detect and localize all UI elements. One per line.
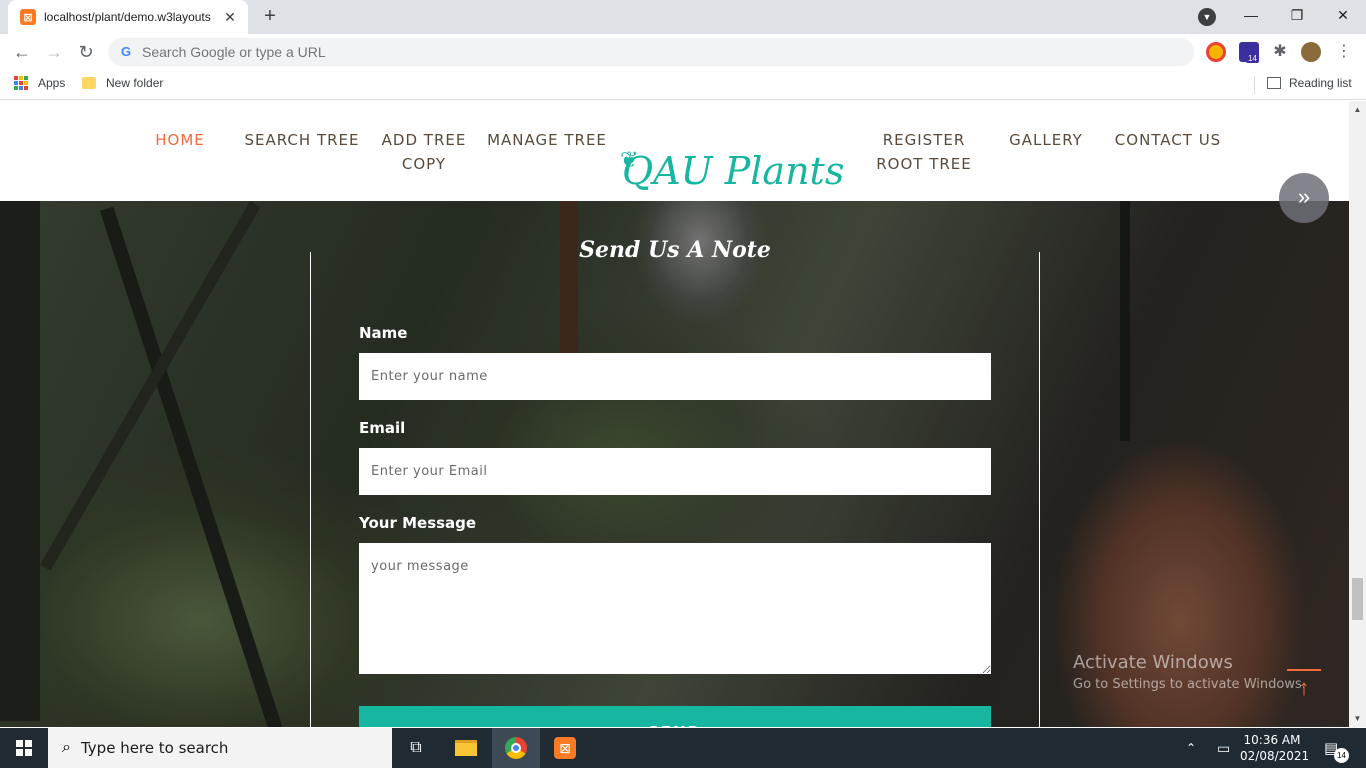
note-frame-top-right: [833, 152, 1040, 153]
taskbar-search-text: Type here to search: [80, 739, 229, 757]
browser-toolbar: ← → ↻ G 14 ✱ ⋮: [0, 34, 1366, 70]
battery-icon[interactable]: ▭: [1217, 728, 1230, 768]
message-label: Your Message: [359, 514, 477, 532]
activate-title: Activate Windows: [1073, 652, 1233, 673]
puzzle-icon[interactable]: ✱: [1270, 42, 1290, 62]
page-scrollbar[interactable]: ▲ ▼: [1349, 101, 1366, 727]
menu-kebab-icon[interactable]: ⋮: [1334, 42, 1354, 62]
forward-arrow-icon[interactable]: →: [40, 38, 68, 66]
sidebar-toggle-icon[interactable]: »: [1279, 173, 1329, 223]
google-icon: G: [120, 44, 132, 59]
taskbar-clock[interactable]: 10:36 AM 02/08/2021: [1240, 732, 1310, 764]
extension-badge: 14: [1246, 54, 1259, 63]
xampp-favicon-icon: ⊠: [20, 9, 36, 25]
activate-subtitle: Go to Settings to activate Windows.: [1073, 677, 1306, 692]
back-arrow-icon[interactable]: ←: [8, 38, 36, 66]
extension-icon[interactable]: [1206, 42, 1226, 62]
send-button[interactable]: SEND: [359, 706, 991, 727]
apps-grid-icon: [14, 76, 28, 90]
name-label: Name: [359, 324, 408, 342]
chrome-icon[interactable]: [492, 728, 540, 768]
tray-overflow-icon[interactable]: ⌃: [1186, 728, 1196, 768]
reload-icon[interactable]: ↻: [72, 38, 100, 66]
close-window-button[interactable]: ✕: [1320, 0, 1366, 30]
address-bar[interactable]: G: [108, 38, 1194, 66]
taskbar-search[interactable]: ⌕ Type here to search: [48, 728, 392, 768]
bookmarks-bar: Apps New folder Reading list: [0, 70, 1366, 100]
email-input[interactable]: [359, 448, 991, 495]
reading-list-button[interactable]: Reading list: [1267, 76, 1352, 90]
bookmark-divider: [1254, 76, 1255, 94]
window-frame: [1120, 201, 1130, 441]
scroll-up-icon[interactable]: ▲: [1349, 101, 1366, 118]
bookmark-apps-label: Apps: [38, 76, 66, 90]
start-button[interactable]: [0, 728, 48, 768]
tab-strip: ⊠ localhost/plant/demo.w3layouts ✕ + ▼ —…: [0, 0, 1366, 34]
bookmark-folder-label: New folder: [106, 76, 164, 90]
omnibox-input[interactable]: [142, 44, 1042, 60]
windows-taskbar: ⌕ Type here to search ⧉ ⊠ ⌃ ▭ 10:36 AM 0…: [0, 728, 1366, 768]
nav-manage-tree[interactable]: MANAGE TREE: [482, 128, 612, 152]
clock-date: 02/08/2021: [1240, 749, 1310, 763]
message-textarea[interactable]: [359, 543, 991, 674]
folder-icon: [82, 77, 96, 89]
file-explorer-icon[interactable]: [442, 728, 490, 768]
search-icon: ⌕: [62, 739, 71, 756]
window-frame: [40, 201, 261, 571]
tab-close-icon[interactable]: ✕: [222, 9, 238, 26]
nav-search-tree[interactable]: SEARCH TREE: [238, 128, 366, 152]
nav-contact-us[interactable]: CONTACT US: [1108, 128, 1228, 152]
form-title: Send Us A Note: [579, 237, 771, 263]
notification-count-badge: 14: [1334, 748, 1349, 763]
clock-time: 10:36 AM: [1243, 733, 1301, 747]
restore-button[interactable]: ❐: [1274, 0, 1320, 30]
activate-windows-watermark: Activate Windows Go to Settings to activ…: [1073, 652, 1306, 692]
window-frame: [100, 206, 287, 727]
site-header: HOME SEARCH TREE ADD TREE COPY MANAGE TR…: [0, 101, 1349, 201]
nav-gallery[interactable]: GALLERY: [1000, 128, 1092, 152]
scroll-thumb[interactable]: [1352, 578, 1363, 620]
browser-tab[interactable]: ⊠ localhost/plant/demo.w3layouts ✕: [8, 0, 248, 34]
bookmark-new-folder[interactable]: New folder: [82, 76, 163, 90]
avatar[interactable]: [1301, 42, 1321, 62]
windows-logo-icon: [16, 740, 32, 756]
bookmark-apps[interactable]: Apps: [14, 76, 65, 90]
nav-home[interactable]: HOME: [140, 128, 220, 152]
reading-list-icon: [1267, 77, 1281, 89]
notification-center-icon[interactable]: ▤: [1324, 728, 1338, 768]
window-frame: [0, 201, 40, 721]
name-input[interactable]: [359, 353, 991, 400]
task-view-icon[interactable]: ⧉: [392, 728, 440, 768]
email-label: Email: [359, 419, 406, 437]
reading-list-label: Reading list: [1289, 76, 1352, 90]
page-viewport: HOME SEARCH TREE ADD TREE COPY MANAGE TR…: [0, 101, 1349, 727]
scroll-down-icon[interactable]: ▼: [1349, 710, 1366, 727]
note-frame-top-left: [310, 152, 517, 153]
site-logo[interactable]: QAU Plants: [622, 149, 844, 193]
new-tab-button[interactable]: +: [258, 5, 282, 29]
minimize-button[interactable]: —: [1228, 0, 1274, 30]
xampp-icon[interactable]: ⊠: [541, 728, 589, 768]
tab-title: localhost/plant/demo.w3layouts: [44, 10, 211, 24]
back-to-top-icon[interactable]: ↑: [1287, 669, 1321, 703]
tab-search-icon[interactable]: ▼: [1198, 8, 1216, 26]
